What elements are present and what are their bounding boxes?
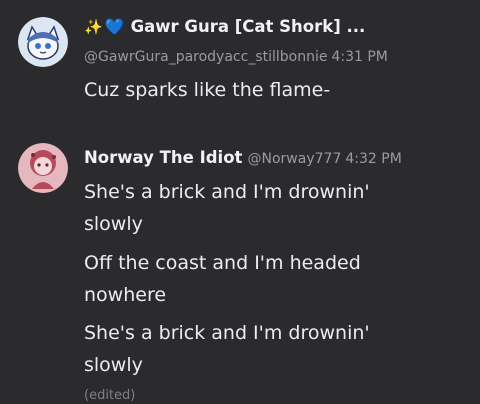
message-text: Cuz sparks like the flame- (84, 79, 331, 101)
post-meta: @GawrGura_parodyacc_stillbonnie 4:31 PM (84, 46, 388, 65)
user-handle[interactable]: @Norway777 (248, 151, 342, 167)
message-text: She's a brick and I'm drownin' slowly (84, 322, 370, 376)
pink-character-avatar-icon (18, 143, 68, 193)
message-text: She's a brick and I'm drownin' slowly (84, 181, 370, 235)
blue-heart-icon: 💙 (104, 17, 125, 36)
timestamp: 4:32 PM (345, 151, 402, 167)
display-name[interactable]: Gawr Gura [Cat Shork] ... (131, 17, 366, 36)
cat-shark-avatar-icon (18, 17, 68, 67)
sparkle-icon: ✨ (84, 18, 103, 36)
edited-label: (edited) (84, 388, 136, 403)
post-header: Norway The Idiot @Norway777 4:32 PM (84, 148, 402, 167)
display-name[interactable]: Norway The Idiot (84, 148, 242, 167)
avatar[interactable] (18, 143, 68, 193)
timestamp: 4:31 PM (331, 49, 388, 65)
post-header: ✨ 💙 Gawr Gura [Cat Shork] ... (84, 17, 365, 36)
message-text: Off the coast and I'm headed nowhere (84, 252, 361, 306)
post-gawr-gura: ✨ 💙 Gawr Gura [Cat Shork] ... @GawrGura_pa… (0, 0, 480, 130)
avatar[interactable] (18, 17, 68, 67)
user-handle[interactable]: @GawrGura_parodyacc_stillbonnie (84, 49, 327, 65)
